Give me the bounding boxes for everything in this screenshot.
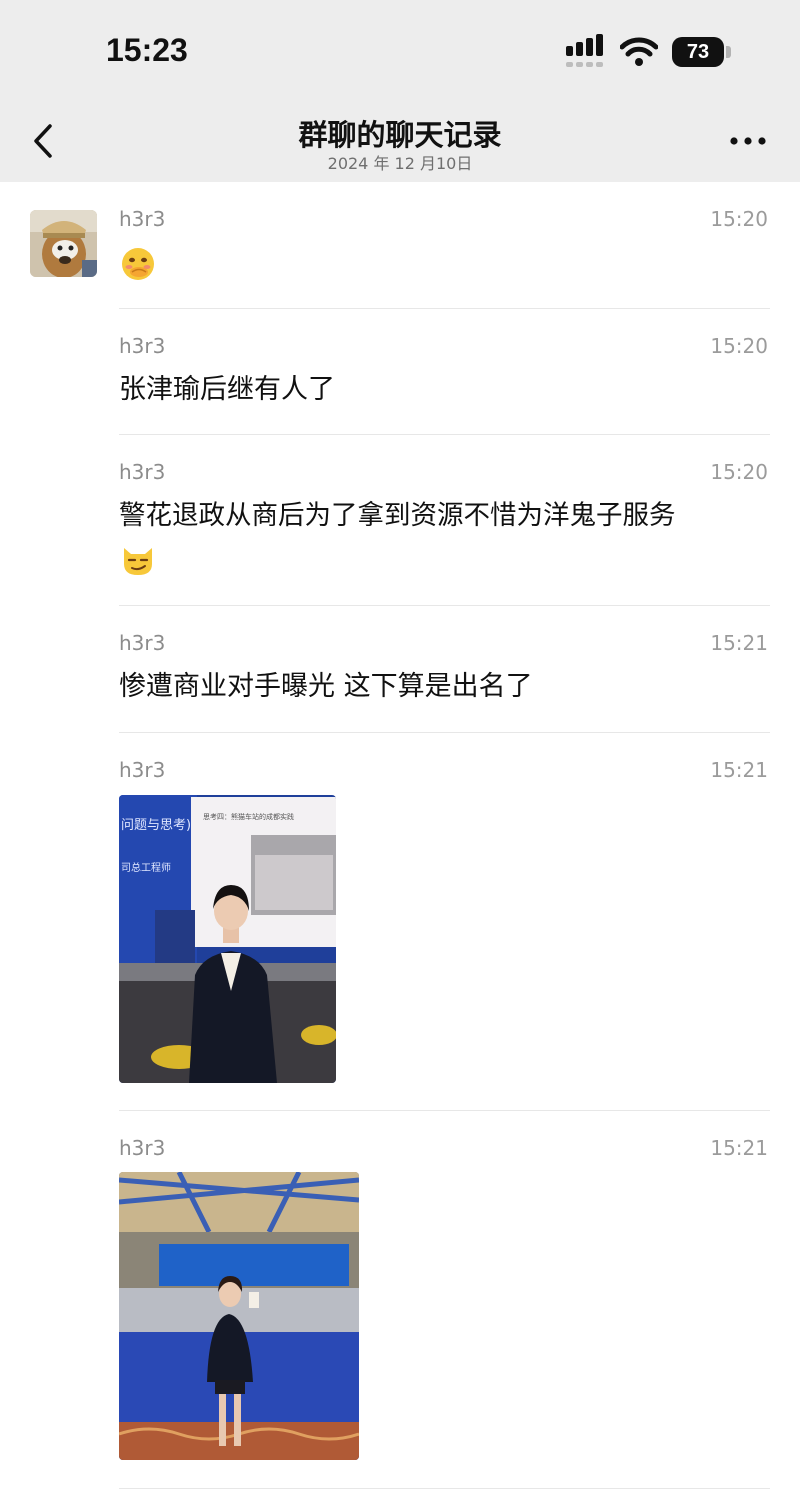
- message-photo[interactable]: [119, 1172, 359, 1460]
- sender-name: h3r3: [119, 758, 166, 782]
- slide-caption: 司总工程师: [121, 861, 171, 874]
- message-text: 张津瑜后继有人了: [119, 374, 335, 405]
- slide-heading: 问题与思考): [121, 818, 191, 833]
- sender-name: h3r3: [119, 1136, 166, 1160]
- message-time: 15:21: [710, 1136, 768, 1160]
- battery-icon: 73: [672, 37, 724, 67]
- page-title: 群聊的聊天记录: [298, 118, 502, 152]
- message-photo[interactable]: 问题与思考) 司总工程师 思考四：熊猫车站的成都实践: [119, 795, 336, 1083]
- divider: [119, 308, 770, 309]
- battery-cap: [726, 46, 731, 58]
- more-button[interactable]: [724, 128, 772, 154]
- message-text: 惨遭商业对手曝光 这下算是出名了: [119, 671, 533, 702]
- dog-avatar-image: [30, 210, 97, 277]
- status-icons: 73: [566, 34, 736, 74]
- face-with-hand-over-mouth-emoji: [122, 248, 154, 280]
- cellular-signal-icon: [566, 34, 603, 67]
- status-time: 15:23: [106, 32, 188, 68]
- avatar[interactable]: [30, 210, 97, 277]
- message-text: 警花退政从商后为了拿到资源不惜为洋鬼子服务: [119, 500, 676, 531]
- sender-name: h3r3: [119, 334, 166, 358]
- divider: [119, 1488, 770, 1489]
- top-bar: 15:23 73 群聊的聊天记录 2024 年 12 月10日: [0, 0, 800, 182]
- message-time: 15:21: [710, 631, 768, 655]
- message-time: 15:20: [710, 207, 768, 231]
- photo-woman-in-suit-at-conference: 问题与思考) 司总工程师 思考四：熊猫车站的成都实践: [119, 795, 336, 1083]
- divider: [119, 605, 770, 606]
- page-subtitle: 2024 年 12 月10日: [327, 154, 473, 173]
- message-time: 15:21: [710, 758, 768, 782]
- divider: [119, 732, 770, 733]
- photo-woman-at-event-hall: [119, 1172, 359, 1460]
- message-time: 15:20: [710, 460, 768, 484]
- divider: [119, 1110, 770, 1111]
- slide-title: 思考四：熊猫车站的成都实践: [203, 812, 294, 821]
- sender-name: h3r3: [119, 631, 166, 655]
- sender-name: h3r3: [119, 207, 166, 231]
- wifi-icon: [620, 37, 658, 66]
- message-time: 15:20: [710, 334, 768, 358]
- divider: [119, 434, 770, 435]
- sender-name: h3r3: [119, 460, 166, 484]
- smirking-cat-emoji: [124, 548, 152, 575]
